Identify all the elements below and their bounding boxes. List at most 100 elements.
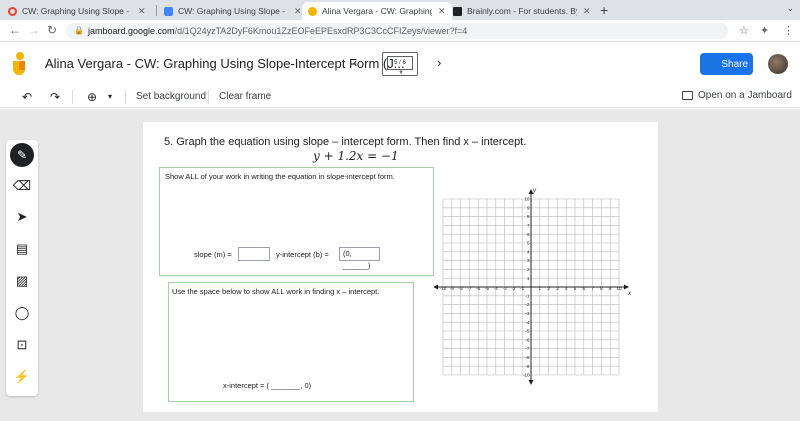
question-text: 5. Graph the equation using slope – inte… [164,136,527,148]
loading-favicon-icon [8,6,17,16]
classroom-favicon-icon [164,6,173,16]
new-tab-icon[interactable]: + [600,2,608,18]
y-tick-label: 9 [527,205,530,210]
tool-sidebar: ✎ ⌫ ➤ ▤ ▨ ◯ ⊡ ⚡ [6,140,38,396]
x-intercept-work-box: Use the space below to show ALL work in … [168,282,414,402]
close-tab-icon[interactable]: ✕ [294,6,302,17]
person-add-icon: 👤 [704,58,718,70]
y-tick-label: 6 [527,232,530,237]
x-tick-label: -4 [494,286,499,291]
tab-1[interactable]: CW: Graphing Using Slope - Inter ✕ [2,2,152,20]
x-tick-label: 5 [574,286,577,291]
tab-2[interactable]: CW: Graphing Using Slope - Inter ✕ [158,2,308,20]
tab-title: CW: Graphing Using Slope - Inter [178,6,288,16]
clear-frame-button[interactable]: Clear frame [219,91,271,102]
y-tick-label: 7 [527,223,530,228]
share-label: Share [721,58,749,70]
jamboard-favicon-icon [308,6,317,16]
reload-icon[interactable]: ↻ [47,23,57,37]
y-tick-label: 4 [527,249,530,254]
extensions-icon[interactable]: ✦ [760,24,769,37]
pen-tool-icon[interactable]: ✎ [10,143,34,167]
brainly-favicon-icon [453,6,462,16]
laser-tool-icon[interactable]: ⚡ [6,369,38,385]
y-tick-label: 1 [527,276,530,281]
y-tick-label: 3 [527,258,530,263]
previous-frame-icon[interactable]: ‹ [353,55,357,70]
url-path: /d/1Q24yzTA2DyF6Kmou1ZzEOFeEPEsxdRP3C3Cc… [174,26,468,36]
x-axis-arrow-left [434,284,438,290]
url-field[interactable]: 🔒 jamboard.google.com/d/1Q24yzTA2DyF6Kmo… [66,23,728,39]
redo-icon[interactable]: ↷ [50,90,60,104]
y-tick-label: -9 [525,364,530,369]
forward-icon[interactable]: → [28,23,40,37]
address-bar-row: ← → ↻ 🔒 jamboard.google.com/d/1Q24yzTA2D… [0,20,800,42]
sticky-note-tool-icon[interactable]: ▤ [6,241,38,257]
undo-icon[interactable]: ↶ [22,90,32,104]
menu-kebab-icon[interactable]: ⋮ [783,24,794,37]
shape-tool-icon[interactable]: ◯ [6,305,38,321]
x-tick-label: -7 [467,286,472,291]
close-tab-icon[interactable]: ✕ [438,6,446,17]
share-button[interactable]: 👤 Share [700,53,753,75]
back-icon[interactable]: ← [9,23,21,37]
bookmark-star-icon[interactable]: ☆ [739,24,749,37]
y-axis-label: y [532,188,537,194]
tab-search-icon[interactable]: ⌄ [787,4,794,13]
x-tick-label: -2 [511,286,516,291]
next-frame-icon[interactable]: › [437,55,441,70]
y-tick-label: 8 [527,214,530,219]
tab-strip: CW: Graphing Using Slope - Inter ✕ CW: G… [0,0,800,20]
y-intercept-answer-box[interactable]: (0, ______) [339,247,380,270]
zoom-dropdown-icon[interactable]: ▾ [108,92,112,101]
x-axis-arrow-right [624,284,629,290]
y-tick-label: -6 [525,337,530,342]
x-tick-label: 6 [583,286,586,291]
frame-bar-button[interactable]: 5 / 6 ▼ [382,52,418,76]
x-tick-label: -6 [476,286,481,291]
y-tick-label: -4 [525,320,530,325]
tab-title: CW: Graphing Using Slope - Inter [22,6,132,16]
avatar[interactable] [768,54,788,74]
slope-answer-box[interactable] [238,247,270,261]
y-tick-label: -1 [525,293,530,298]
x-tick-label: 8 [600,286,603,291]
x-tick-label: -10 [440,286,447,291]
x-tick-label: -3 [503,286,508,291]
y-intercept-label: y-intercept (b) = [276,250,329,259]
y-tick-label: -5 [525,329,530,334]
cast-to-jamboard-icon [682,91,693,100]
open-on-jamboard-button[interactable]: Open on a Jamboard [682,90,792,101]
open-jamboard-label: Open on a Jamboard [698,90,792,101]
frame-indicator: 5 / 6 [387,56,413,70]
jamboard-header: Alina Vergara - CW: Graphing Using Slope… [0,43,800,85]
x-tick-label: -9 [450,286,455,291]
tab-4[interactable]: Brainly.com - For students. By st ✕ [447,2,597,20]
document-title[interactable]: Alina Vergara - CW: Graphing Using Slope… [45,56,405,71]
coordinate-grid: xy-10 -9 -8 -7 -6 -5 -4 -3 -2 -1 1 2 3 4 5 6 7 8 9 10109876… [434,188,632,385]
set-background-button[interactable]: Set background [136,91,206,102]
chevron-down-icon: ▼ [398,70,404,76]
y-tick-label: -8 [525,355,530,360]
y-tick-label: 5 [527,241,530,246]
lock-icon: 🔒 [74,26,84,35]
work-box-header: Show ALL of your work in writing the equ… [165,172,395,181]
select-tool-icon[interactable]: ➤ [6,209,38,225]
tab-title: Brainly.com - For students. By st [467,6,577,16]
image-tool-icon[interactable]: ▨ [6,273,38,289]
close-tab-icon[interactable]: ✕ [583,6,591,17]
y-tick-label: 2 [527,267,530,272]
jamboard-logo-icon [13,52,27,76]
x-axis-label: x [627,291,632,297]
eraser-tool-icon[interactable]: ⌫ [6,178,38,194]
work-box-header: Use the space below to show ALL work in … [172,287,380,296]
x-tick-label: 7 [591,286,594,291]
tab-3-active[interactable]: Alina Vergara - CW: Graphing Us ✕ [302,2,452,20]
close-tab-icon[interactable]: ✕ [138,6,146,17]
x-tick-label: 3 [556,286,559,291]
jam-frame[interactable]: 5. Graph the equation using slope – inte… [143,122,658,412]
y-tick-label: -2 [525,302,530,307]
textbox-tool-icon[interactable]: ⊡ [6,337,38,353]
y-tick-label: 10 [524,197,530,202]
zoom-icon[interactable]: ⊕ [87,90,97,104]
